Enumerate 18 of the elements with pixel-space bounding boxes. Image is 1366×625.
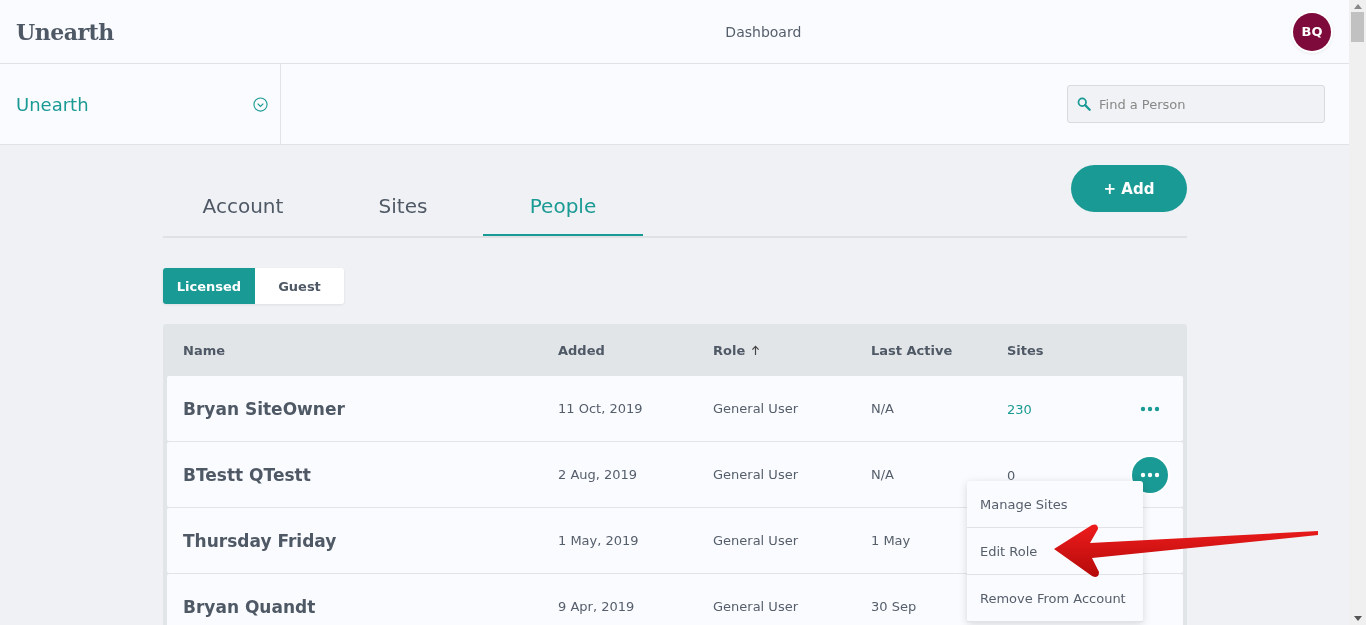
person-name: Thursday Friday bbox=[183, 530, 337, 551]
person-name: Bryan SiteOwner bbox=[183, 398, 345, 419]
table-cell: 0 bbox=[1007, 468, 1016, 483]
page-title: Dashboard bbox=[725, 23, 802, 40]
person-name: BTestt QTestt bbox=[183, 464, 311, 485]
person-name: Bryan Quandt bbox=[183, 596, 316, 617]
table-cell: 30 Sep bbox=[871, 599, 917, 614]
table-cell: General User bbox=[713, 401, 798, 416]
table-cell: General User bbox=[713, 599, 798, 614]
table-cell: 1 May, 2019 bbox=[558, 533, 639, 548]
table-cell: 9 Apr, 2019 bbox=[558, 599, 635, 614]
table-cell: General User bbox=[713, 533, 798, 548]
table-cell: N/A bbox=[871, 467, 894, 482]
table-cell: 1 May bbox=[871, 533, 911, 548]
table-cell: 2 Aug, 2019 bbox=[558, 467, 638, 482]
table-cell: General User bbox=[713, 467, 798, 482]
table-cell: N/A bbox=[871, 401, 894, 416]
table-cell: 11 Oct, 2019 bbox=[558, 401, 643, 416]
